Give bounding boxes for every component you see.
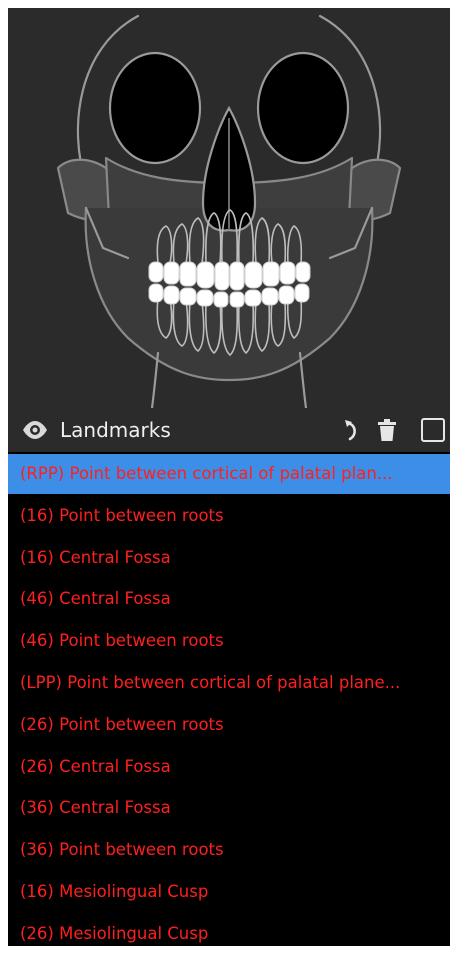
landmark-list-item[interactable]: (16) Mesiolingual Cusp xyxy=(8,872,450,912)
undo-arrow-icon[interactable] xyxy=(344,419,360,447)
checkbox-icon[interactable] xyxy=(421,418,445,446)
landmarks-header: Landmarks xyxy=(8,408,450,452)
landmarks-panel: Landmarks (RPP) Point between cortical o… xyxy=(8,8,450,946)
skull-illustration xyxy=(56,14,402,408)
landmark-list[interactable]: (RPP) Point between cortical of palatal … xyxy=(8,452,450,946)
landmark-list-item[interactable]: (16) Central Fossa xyxy=(8,538,450,578)
skull-viewer xyxy=(8,8,450,408)
landmark-list-item[interactable]: (26) Central Fossa xyxy=(8,747,450,787)
landmark-list-item[interactable]: (RPP) Point between cortical of palatal … xyxy=(8,454,450,494)
landmark-list-item[interactable]: (36) Point between roots xyxy=(8,830,450,870)
landmark-list-item[interactable]: (26) Point between roots xyxy=(8,705,450,745)
landmark-list-item[interactable]: (46) Point between roots xyxy=(8,621,450,661)
landmark-list-item[interactable]: (26) Mesiolingual Cusp xyxy=(8,914,450,946)
landmark-list-item[interactable]: (LPP) Point between cortical of palatal … xyxy=(8,663,450,703)
landmark-list-item[interactable]: (36) Central Fossa xyxy=(8,788,450,828)
landmark-list-item[interactable]: (16) Point between roots xyxy=(8,496,450,536)
panel-title: Landmarks xyxy=(60,418,171,442)
landmark-list-item[interactable]: (46) Central Fossa xyxy=(8,579,450,619)
trash-icon[interactable] xyxy=(378,419,396,445)
eye-icon[interactable] xyxy=(22,420,48,444)
